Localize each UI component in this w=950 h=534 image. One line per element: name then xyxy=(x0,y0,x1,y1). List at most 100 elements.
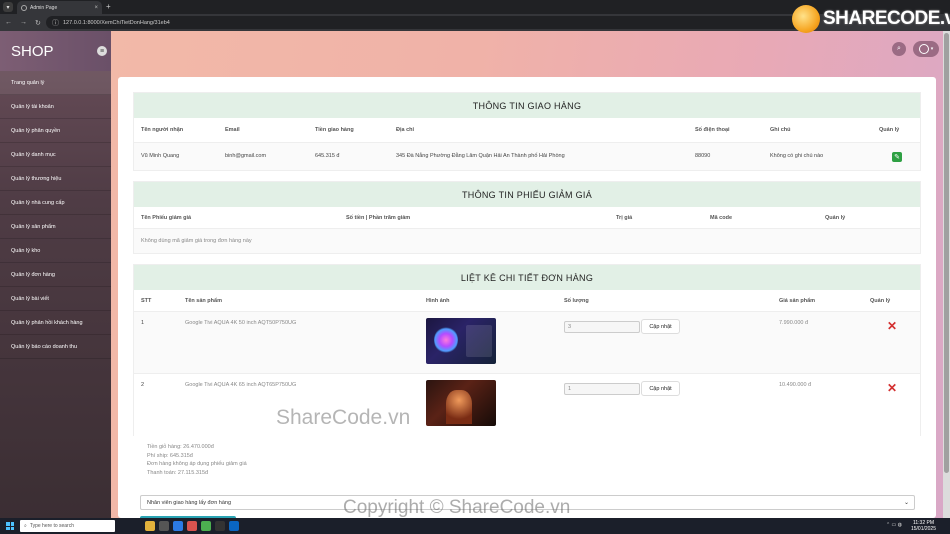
sidebar-item-accounts[interactable]: Quản lý tài khoản xyxy=(0,95,111,119)
col-price: Giá sản phẩm xyxy=(779,298,816,304)
col-manage: Quản lý xyxy=(879,127,900,133)
taskbar-date: 15/01/2025 xyxy=(910,526,936,532)
order-items-title: LIỆT KÊ CHI TIẾT ĐƠN HÀNG xyxy=(134,265,920,290)
shipping-section: THÔNG TIN GIAO HÀNG Tên người nhận Email… xyxy=(133,92,921,171)
os-taskbar: ⌕ Type here to search ⌃ ▭ ◍ 11:32 PM 15/… xyxy=(0,518,950,534)
watermark-logo: SHARECODE.vn xyxy=(792,5,950,33)
sidebar-item-feedback[interactable]: Quản lý phản hồi khách hàng xyxy=(0,311,111,335)
file-explorer-icon[interactable] xyxy=(145,521,155,531)
sharecode-logo-icon xyxy=(792,5,820,33)
vscode-icon[interactable] xyxy=(173,521,183,531)
table-row: Vũ Minh Quang binh@gmail.com 645.315 đ 3… xyxy=(134,143,920,171)
update-button[interactable]: Cập nhật xyxy=(641,381,680,396)
close-tab-icon[interactable]: × xyxy=(94,5,98,11)
col-quantity: Số lượng xyxy=(564,298,589,304)
taskbar-search[interactable]: ⌕ Type here to search xyxy=(20,520,115,532)
chrome-icon[interactable] xyxy=(201,521,211,531)
app-icon[interactable] xyxy=(159,521,169,531)
col-discount-amount: Số tiền | Phần trăm giảm xyxy=(346,215,411,221)
col-stt: STT xyxy=(141,298,152,304)
sidebar-item-reports[interactable]: Quản lý báo cáo doanh thu xyxy=(0,335,111,359)
voucher-empty-row: Không dùng mã giảm giá trong đơn hàng nà… xyxy=(134,229,920,253)
shipping-title: THÔNG TIN GIAO HÀNG xyxy=(134,93,920,118)
scrollbar-thumb[interactable] xyxy=(944,33,949,473)
forward-icon[interactable]: → xyxy=(20,19,27,26)
sidebar-item-categories[interactable]: Quản lý danh mục xyxy=(0,143,111,167)
brand-logo[interactable]: SHOP xyxy=(11,43,54,60)
search-icon: ⌕ xyxy=(24,523,27,529)
cart-total: Tiền giỏ hàng: 26.470.000đ xyxy=(147,444,214,450)
sidebar-item-permissions[interactable]: Quản lý phân quyền xyxy=(0,119,111,143)
grand-total: Thanh toán: 27.115.315đ xyxy=(147,469,209,476)
tab-list-button[interactable]: ▾ xyxy=(3,2,13,12)
table-row: 2 Google Tivi AQUA 4K 65 inch AQT65P750U… xyxy=(134,374,920,436)
browser-tab[interactable]: Admin Page × xyxy=(17,1,102,14)
sidebar-item-suppliers[interactable]: Quản lý nhà cung cấp xyxy=(0,191,111,215)
recipient-phone: 88090 xyxy=(695,153,711,159)
col-voucher-name: Tên Phiếu giảm giá xyxy=(141,215,192,221)
col-phone: Số điện thoại xyxy=(695,127,730,133)
page-favicon-icon xyxy=(21,4,27,11)
menu-toggle-icon[interactable]: ≡ xyxy=(97,46,107,56)
col-address: Địa chỉ xyxy=(396,127,415,133)
product-image xyxy=(426,318,496,364)
app-icon[interactable] xyxy=(187,521,197,531)
app-icon[interactable] xyxy=(229,521,239,531)
user-menu[interactable]: ▾ xyxy=(913,41,939,57)
shipping-fee: 645.315 đ xyxy=(315,153,340,159)
item-stt: 1 xyxy=(141,320,145,326)
sidebar-item-posts[interactable]: Quản lý bài viết xyxy=(0,287,111,311)
order-status-value: Nhân viên giao hàng lấy đơn hàng xyxy=(147,499,232,506)
quantity-input[interactable]: 1 xyxy=(564,383,640,395)
sidebar-item-brands[interactable]: Quản lý thương hiệu xyxy=(0,167,111,191)
header-actions: ⌕ ▾ xyxy=(892,41,939,57)
url-field[interactable]: ⓘ 127.0.0.1:8000/XemChiTietDonHang/31eb4 xyxy=(46,16,806,29)
new-tab-button[interactable]: + xyxy=(106,2,111,12)
delete-icon[interactable]: ✕ xyxy=(887,382,897,394)
terminal-icon[interactable] xyxy=(215,521,225,531)
col-email: Email xyxy=(225,127,240,133)
col-voucher-code: Mã code xyxy=(710,215,733,221)
item-price: 7.990.000 đ xyxy=(779,320,809,326)
main-content: ⌕ ▾ THÔNG TIN GIAO HÀNG Tên người nhận E… xyxy=(111,31,943,518)
system-tray-icons[interactable]: ⌃ ▭ ◍ xyxy=(886,522,902,528)
delete-icon[interactable]: ✕ xyxy=(887,320,897,332)
chevron-down-icon: ⌄ xyxy=(903,500,909,506)
col-voucher-value: Trị giá xyxy=(616,215,633,221)
shipping-header-row: Tên người nhận Email Tiền giao hàng Địa … xyxy=(134,118,920,143)
col-item-manage: Quản lý xyxy=(870,298,891,304)
page-scrollbar[interactable] xyxy=(943,31,950,518)
edit-icon[interactable]: ✎ xyxy=(892,152,902,162)
update-button[interactable]: Cập nhật xyxy=(641,319,680,334)
taskbar-apps xyxy=(145,521,239,531)
table-row: 1 Google Tivi AQUA 4K 50 inch AQT50P750U… xyxy=(134,312,920,374)
sidebar: SHOP ≡ Trang quản lý Quản lý tài khoản Q… xyxy=(0,31,111,518)
voucher-empty-text: Không dùng mã giảm giá trong đơn hàng nà… xyxy=(141,238,252,244)
col-recipient: Tên người nhận xyxy=(141,127,184,133)
voucher-title: THÔNG TIN PHIẾU GIẢM GIÁ xyxy=(134,182,920,207)
product-image xyxy=(426,380,496,426)
brand-bar: SHOP ≡ xyxy=(0,31,111,71)
sidebar-item-products[interactable]: Quản lý sản phẩm xyxy=(0,215,111,239)
order-items-section: LIỆT KÊ CHI TIẾT ĐƠN HÀNG STT Tên sản ph… xyxy=(133,264,921,436)
sidebar-item-warehouse[interactable]: Quản lý kho xyxy=(0,239,111,263)
search-icon[interactable]: ⌕ xyxy=(892,42,906,56)
quantity-input[interactable]: 3 xyxy=(564,321,640,333)
url-text: 127.0.0.1:8000/XemChiTietDonHang/31eb4 xyxy=(63,19,170,26)
sidebar-menu: Trang quản lý Quản lý tài khoản Quản lý … xyxy=(0,71,111,359)
back-icon[interactable]: ← xyxy=(5,19,12,26)
col-shipping-fee: Tiền giao hàng xyxy=(315,127,354,133)
col-note: Ghi chú xyxy=(770,127,791,133)
shipping-total: Phí ship: 645.315đ xyxy=(147,452,193,459)
col-image: Hình ảnh xyxy=(426,298,450,304)
reload-icon[interactable]: ↻ xyxy=(35,19,41,27)
sidebar-item-dashboard[interactable]: Trang quản lý xyxy=(0,71,111,95)
shipping-note: Không có ghi chú nào xyxy=(770,153,824,159)
col-voucher-manage: Quản lý xyxy=(825,215,846,221)
user-avatar-icon xyxy=(918,44,929,54)
sidebar-item-orders[interactable]: Quản lý đơn hàng xyxy=(0,263,111,287)
recipient-name: Vũ Minh Quang xyxy=(141,153,180,159)
windows-start-icon[interactable] xyxy=(6,522,14,530)
site-info-icon[interactable]: ⓘ xyxy=(52,18,59,28)
taskbar-clock[interactable]: 11:32 PM 15/01/2025 xyxy=(911,520,936,532)
